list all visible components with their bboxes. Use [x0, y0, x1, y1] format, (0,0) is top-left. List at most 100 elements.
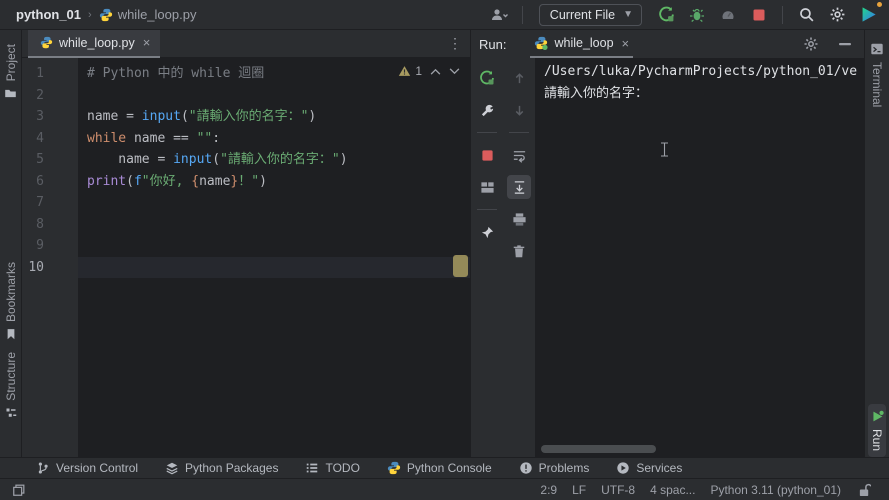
line-number-2[interactable]: 2 — [26, 85, 44, 107]
up-stack-trace-icon[interactable] — [507, 66, 531, 90]
code-token: ) — [259, 173, 267, 189]
pycharm-logo-icon[interactable] — [857, 1, 882, 26]
tool-window-bar: Version Control Python Packages TODO Python… — [0, 457, 889, 478]
profiler-button[interactable] — [717, 4, 739, 26]
breadcrumb-separator: › — [88, 8, 92, 21]
rerun-button[interactable] — [475, 66, 499, 90]
code-token: ！" — [238, 173, 260, 189]
toolbar-divider — [509, 132, 529, 133]
toolbar-divider — [477, 209, 497, 210]
toolwindow-button-services[interactable]: Services — [616, 461, 682, 475]
code-token: : — [212, 130, 221, 146]
scroll-to-end-icon[interactable] — [507, 175, 531, 199]
tab-options-kebab-icon[interactable]: ⋮ — [448, 35, 462, 52]
run-button[interactable] — [655, 4, 677, 26]
code-token: "" — [196, 130, 213, 146]
toolwindow-button-problems[interactable]: Problems — [519, 461, 589, 475]
close-icon[interactable]: × — [622, 36, 630, 51]
line-number-1[interactable]: 1 — [26, 63, 44, 85]
code-token: = — [126, 109, 142, 124]
code-line-3: name = input("請輸入你的名字：") — [87, 106, 470, 128]
run-configuration-label: Current File — [549, 7, 616, 22]
toolbar-separator — [521, 5, 523, 24]
line-number-9[interactable]: 9 — [26, 235, 44, 257]
run-title: Run: — [479, 36, 507, 52]
sidebar-item-project[interactable]: Project — [2, 38, 20, 106]
sidebar-item-run[interactable]: Run — [868, 403, 886, 457]
sidebar-item-structure[interactable]: Structure — [2, 346, 20, 425]
pycharm-window: python_01 › while_loop.py Current File ▼ — [0, 0, 889, 500]
scrollbar-warning-marker[interactable] — [453, 255, 468, 277]
horizontal-scrollbar[interactable] — [541, 445, 656, 453]
hide-tool-window-icon[interactable] — [834, 33, 856, 55]
code-token: input — [141, 109, 181, 124]
line-number-5[interactable]: 5 — [26, 149, 44, 171]
editor-gutter[interactable]: 1 2 3 4 5 6 7 8 9 10 — [22, 58, 78, 457]
code-line-4: while name == "": — [87, 128, 470, 150]
close-icon[interactable]: × — [143, 35, 151, 50]
text-cursor-ibeam — [660, 142, 669, 157]
toolwindow-button-python-packages[interactable]: Python Packages — [165, 461, 278, 475]
sidebar-item-bookmarks[interactable]: Bookmarks — [2, 256, 20, 346]
code-with-me-user-icon[interactable] — [488, 4, 510, 26]
python-icon — [387, 461, 401, 475]
stop-process-button[interactable] — [475, 143, 499, 167]
toolwindow-button-label: TODO — [325, 461, 360, 475]
sidebar-item-label: Project — [3, 44, 18, 82]
line-number-3[interactable]: 3 — [26, 106, 44, 128]
sidebar-item-terminal[interactable]: Terminal — [868, 36, 886, 113]
right-tool-stripe: Terminal Run — [864, 30, 889, 457]
status-widget-cursor-position[interactable]: 2:9 — [540, 483, 557, 497]
run-tab-while-loop[interactable]: while_loop × — [530, 30, 634, 58]
status-widget-indent[interactable]: 4 spac... — [650, 483, 695, 497]
inspection-widget[interactable]: 1 — [398, 64, 460, 78]
search-everywhere-icon[interactable] — [795, 4, 817, 26]
toolbar-divider — [477, 132, 497, 133]
code-line-6: print(f"你好, {name}！") — [87, 171, 470, 193]
next-problem-icon[interactable] — [449, 67, 460, 75]
editor-tab-while-loop[interactable]: while_loop.py × — [28, 29, 161, 58]
run-settings-gear-icon[interactable] — [800, 33, 822, 55]
breadcrumb-file[interactable]: while_loop.py — [99, 7, 197, 22]
code-line-10 — [78, 256, 470, 278]
toolwindow-button-todo[interactable]: TODO — [305, 461, 360, 475]
toolwindow-button-version-control[interactable]: Version Control — [36, 461, 138, 475]
code-token: f — [133, 173, 142, 189]
console-output[interactable]: /Users/luka/PycharmProjects/python_01/ve… — [535, 58, 864, 457]
debug-button[interactable] — [686, 4, 708, 26]
tool-windows-toggle-icon[interactable] — [8, 479, 30, 500]
left-tool-stripe: Project Bookmarks Structure — [0, 30, 22, 457]
down-stack-trace-icon[interactable] — [507, 98, 531, 122]
status-widget-encoding[interactable]: UTF-8 — [601, 483, 635, 497]
breadcrumb-file-label: while_loop.py — [117, 7, 197, 22]
breadcrumb-project[interactable]: python_01 — [16, 7, 81, 22]
stop-button[interactable] — [748, 4, 770, 26]
sidebar-item-label: Structure — [3, 352, 18, 402]
line-number-4[interactable]: 4 — [26, 128, 44, 150]
status-widget-interpreter[interactable]: Python 3.11 (python_01) — [710, 483, 841, 497]
clear-console-trash-icon[interactable] — [507, 239, 531, 263]
run-configuration-dropdown[interactable]: Current File ▼ — [538, 3, 642, 26]
code-token: name — [133, 130, 174, 146]
line-number-6[interactable]: 6 — [26, 171, 44, 193]
console-line-2: 請輸入你的名字： — [544, 85, 649, 101]
run-header: Run: while_loop × — [471, 30, 864, 58]
print-icon[interactable] — [507, 207, 531, 231]
line-number-10[interactable]: 10 — [26, 257, 44, 279]
code-token: # Python 中的 while 迴圈 — [87, 66, 265, 81]
toolwindow-button-python-console[interactable]: Python Console — [387, 461, 492, 475]
line-number-7[interactable]: 7 — [26, 192, 44, 214]
prev-problem-icon[interactable] — [430, 68, 441, 75]
soft-wrap-icon[interactable] — [507, 143, 531, 167]
restore-layout-icon[interactable] — [475, 175, 499, 199]
modify-run-configuration-wrench-icon[interactable] — [475, 98, 499, 122]
line-number-8[interactable]: 8 — [26, 214, 44, 236]
status-bar: 2:9 LF UTF-8 4 spac... Python 3.11 (python_0… — [0, 478, 889, 500]
pin-tab-icon[interactable] — [475, 220, 499, 244]
toolwindow-button-label: Version Control — [56, 461, 139, 475]
status-widget-line-separator[interactable]: LF — [572, 483, 586, 497]
settings-gear-icon[interactable] — [826, 4, 848, 26]
code-area[interactable]: # Python 中的 while 迴圈 name = input("請輸入你的名… — [78, 58, 470, 457]
unlock-icon[interactable] — [853, 479, 875, 500]
